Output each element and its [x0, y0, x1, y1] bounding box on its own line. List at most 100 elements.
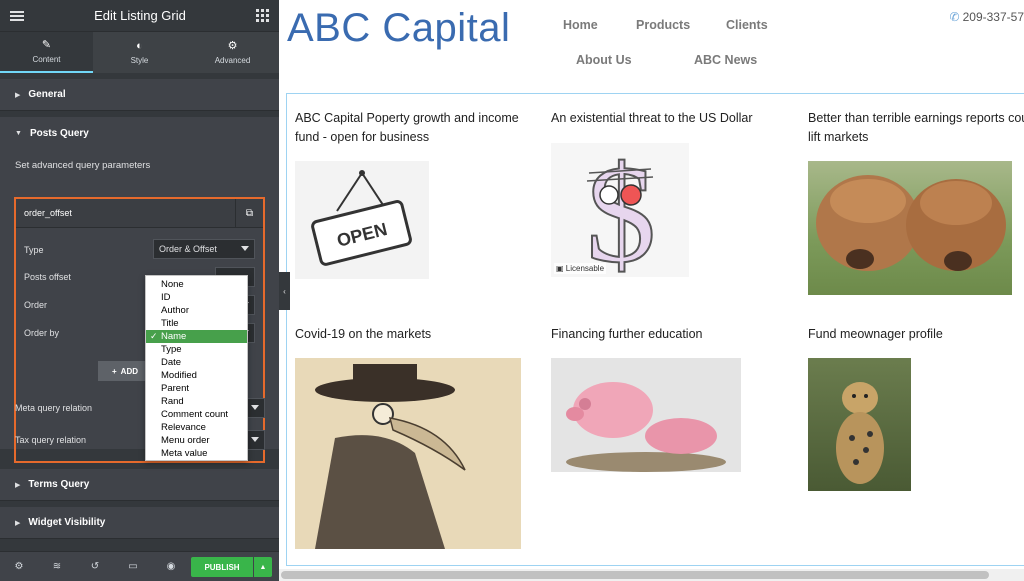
- type-label: Type: [24, 245, 44, 255]
- dropdown-option[interactable]: Title: [146, 317, 247, 330]
- add-item-button[interactable]: + ADD: [98, 361, 150, 381]
- nav-clients[interactable]: Clients: [726, 18, 768, 32]
- tab-advanced[interactable]: ⚙ Advanced: [186, 32, 279, 73]
- horizontal-scrollbar[interactable]: [281, 571, 989, 579]
- tax-query-relation-select[interactable]: [245, 430, 265, 450]
- card-title[interactable]: Covid-19 on the markets: [295, 325, 525, 344]
- gear-icon: ⚙: [227, 39, 238, 52]
- section-title: Widget Visibility: [28, 517, 106, 528]
- dropdown-option[interactable]: Rand: [146, 395, 247, 408]
- chevron-down-icon: [251, 437, 259, 442]
- phone-text: 209-337-57: [962, 10, 1024, 24]
- dropdown-option-label: None: [161, 279, 184, 290]
- caret-right-icon: ▶: [15, 481, 21, 489]
- section-widget-visibility[interactable]: ▶ Widget Visibility: [0, 507, 279, 539]
- svg-text:$: $: [586, 143, 656, 277]
- meta-query-relation-label: Meta query relation: [15, 403, 93, 413]
- section-terms-query[interactable]: ▶ Terms Query: [0, 469, 279, 501]
- highland-cattle-image[interactable]: [808, 161, 1012, 295]
- card-title[interactable]: An existential threat to the US Dollar: [551, 109, 781, 128]
- licensable-badge: ▣ Licensable: [554, 263, 607, 274]
- order-by-label: Order by: [24, 328, 60, 338]
- dollar-mummy-image[interactable]: $ ▣ Licensable: [551, 143, 689, 277]
- dropdown-option[interactable]: Comment count: [146, 408, 247, 421]
- dropdown-option-label: Menu order: [161, 435, 210, 446]
- ocelot-image[interactable]: [808, 358, 911, 491]
- editor-panel: Edit Listing Grid ✎ Content ◐ Style ⚙ Ad…: [0, 0, 279, 581]
- order-label: Order: [24, 300, 48, 310]
- broken-piggy-bank-image[interactable]: [551, 358, 741, 472]
- tab-style[interactable]: ◐ Style: [93, 32, 186, 73]
- dropdown-option[interactable]: None: [146, 278, 247, 291]
- open-sign-image[interactable]: OPEN: [295, 161, 429, 279]
- caret-down-icon: ▼: [15, 129, 22, 137]
- meta-query-relation-select[interactable]: [245, 398, 265, 418]
- order-by-dropdown: None ID Author Title ✓ Name Type Date Modified Pa…: [145, 275, 248, 461]
- add-item-label: ADD: [120, 366, 139, 376]
- dropdown-option[interactable]: ID: [146, 291, 247, 304]
- card-title[interactable]: Financing further education: [551, 325, 781, 344]
- dropdown-option-label: Modified: [161, 370, 197, 381]
- dropdown-option[interactable]: Date: [146, 356, 247, 369]
- history-icon[interactable]: ↺: [76, 561, 114, 572]
- settings-icon[interactable]: ⚙: [0, 561, 38, 572]
- pencil-icon: ✎: [41, 38, 52, 51]
- dropdown-option[interactable]: Modified: [146, 369, 247, 382]
- plus-icon: +: [112, 366, 117, 376]
- repeater-item-title: order_offset: [24, 208, 72, 218]
- dropdown-option-label: Comment count: [161, 409, 229, 420]
- dropdown-option[interactable]: Menu order: [146, 434, 247, 447]
- type-select[interactable]: Order & Offset: [153, 239, 255, 259]
- phone-number[interactable]: ✆ 209-337-57: [950, 10, 1024, 24]
- dropdown-option[interactable]: Meta value: [146, 447, 247, 460]
- nav-abc-news[interactable]: ABC News: [694, 53, 757, 67]
- section-title: Terms Query: [28, 479, 90, 490]
- dropdown-option-label: Rand: [161, 396, 184, 407]
- preview-eye-icon[interactable]: ◉: [152, 561, 190, 572]
- dropdown-option[interactable]: Parent: [146, 382, 247, 395]
- contrast-icon: ◐: [136, 39, 143, 52]
- dropdown-option[interactable]: Relevance: [146, 421, 247, 434]
- publish-options-button[interactable]: ▲: [254, 557, 272, 577]
- layers-icon[interactable]: ≋: [38, 561, 76, 572]
- caret-right-icon: ▶: [15, 519, 21, 527]
- nav-home[interactable]: Home: [563, 18, 598, 32]
- tab-label: Advanced: [214, 55, 251, 65]
- licensable-badge-text: Licensable: [565, 264, 605, 273]
- dropdown-option-label: Meta value: [161, 448, 208, 459]
- card-title[interactable]: ABC Capital Poperty growth and income fu…: [295, 109, 525, 147]
- dropdown-option-label: Parent: [161, 383, 189, 394]
- nav-about-us[interactable]: About Us: [576, 53, 632, 67]
- check-icon: ✓: [150, 331, 158, 341]
- plague-doctor-image[interactable]: [295, 358, 521, 549]
- dropdown-option[interactable]: ✓ Name: [146, 330, 247, 343]
- panel-title: Edit Listing Grid: [94, 8, 186, 23]
- site-logo[interactable]: ABC Capital: [287, 6, 510, 51]
- chevron-down-icon: [241, 246, 249, 251]
- duplicate-icon[interactable]: ⧉: [235, 199, 263, 227]
- widgets-grid-icon[interactable]: [255, 9, 269, 22]
- section-posts-query[interactable]: ▼ Posts Query: [0, 117, 279, 149]
- panel-footer: ⚙ ≋ ↺ ▭ ◉ PUBLISH ▲: [0, 551, 279, 581]
- dropdown-option-label: Type: [161, 344, 182, 355]
- repeater-item-header[interactable]: order_offset ⧉: [16, 199, 263, 228]
- nav-products[interactable]: Products: [636, 18, 690, 32]
- dropdown-option-label: Relevance: [161, 422, 206, 433]
- tab-label: Style: [130, 55, 149, 65]
- dropdown-option[interactable]: Type: [146, 343, 247, 356]
- collapse-panel-icon[interactable]: ‹: [279, 272, 290, 310]
- section-title: Posts Query: [29, 127, 89, 139]
- tab-content[interactable]: ✎ Content: [0, 32, 93, 73]
- site-preview: ABC Capital Home Products Clients About …: [279, 0, 1024, 581]
- section-general[interactable]: ▶ General: [0, 79, 279, 111]
- publish-button[interactable]: PUBLISH: [191, 557, 253, 577]
- dropdown-option-label: Author: [161, 305, 189, 316]
- dropdown-option[interactable]: Author: [146, 304, 247, 317]
- card-title[interactable]: Better than terrible earnings reports co…: [808, 109, 1024, 147]
- panel-header: Edit Listing Grid: [0, 0, 279, 32]
- card-title[interactable]: Fund meownager profile: [808, 325, 1024, 344]
- caret-right-icon: ▶: [15, 91, 21, 99]
- responsive-icon[interactable]: ▭: [114, 561, 152, 572]
- hamburger-menu-icon[interactable]: [10, 10, 24, 21]
- advanced-query-note: Set advanced query parameters: [15, 160, 151, 171]
